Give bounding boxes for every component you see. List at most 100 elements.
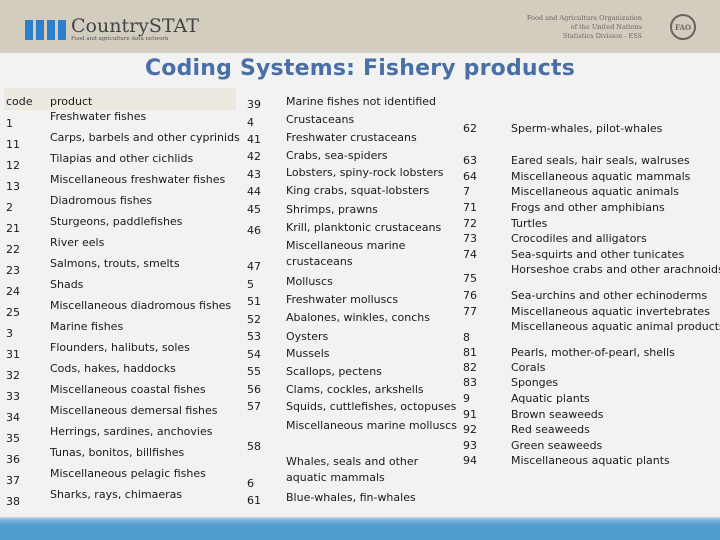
row-product: Red seaweeds: [511, 423, 590, 436]
row-code: 53: [247, 330, 261, 343]
row-product: Cods, hakes, haddocks: [50, 362, 176, 375]
row-code: 4: [247, 116, 254, 129]
table-header-background: [4, 88, 236, 110]
row-product: Diadromous fishes: [50, 194, 153, 207]
row-code: 74: [463, 248, 477, 261]
org-line-2: of the United Nations: [570, 23, 642, 31]
row-code: 52: [247, 313, 261, 326]
row-code: 56: [247, 383, 261, 396]
header-banner: CountrySTAT Food and agriculture data ne…: [0, 0, 720, 53]
row-code: 23: [6, 264, 20, 277]
row-product: Green seaweeds: [511, 439, 603, 452]
row-product: Crabs, sea-spiders: [286, 149, 388, 162]
row-product: Scallops, pectens: [286, 365, 382, 378]
row-code: 46: [247, 224, 261, 237]
column-header-product: product: [50, 95, 93, 108]
row-product: Crocodiles and alligators: [511, 232, 647, 245]
row-code: 44: [247, 185, 261, 198]
row-product: Tilapias and other cichlids: [50, 152, 194, 165]
row-product: Eared seals, hair seals, walruses: [511, 154, 690, 167]
row-code: 81: [463, 346, 477, 359]
row-code: 39: [247, 98, 261, 111]
row-code: 94: [463, 454, 477, 467]
row-product: Freshwater fishes: [50, 110, 147, 123]
row-code: 62: [463, 122, 477, 135]
row-product: Sea-urchins and other echinoderms: [511, 289, 708, 302]
row-code: 41: [247, 133, 261, 146]
row-code: 6: [247, 477, 254, 490]
page-title: Coding Systems: Fishery products: [144, 56, 576, 81]
row-product: Salmons, trouts, smelts: [50, 257, 180, 270]
org-line-1: Food and Agriculture Organization: [526, 14, 642, 22]
row-code: 31: [6, 348, 20, 361]
row-code: 72: [463, 217, 477, 230]
footer-bar: [0, 517, 720, 540]
row-code: 35: [6, 432, 20, 445]
fao-emblem-icon: FAO: [670, 14, 696, 40]
row-product: Krill, planktonic crustaceans: [286, 221, 442, 234]
row-product: Sturgeons, paddlefishes: [50, 215, 183, 228]
row-product: Lobsters, spiny-rock lobsters: [286, 166, 444, 179]
row-product: Sharks, rays, chimaeras: [50, 488, 183, 501]
row-code: 22: [6, 243, 20, 256]
row-product: Miscellaneous diadromous fishes: [50, 299, 232, 312]
row-code: 55: [247, 365, 261, 378]
row-product: Mussels: [286, 347, 330, 360]
row-product: Miscellaneous freshwater fishes: [50, 173, 226, 186]
row-code: 7: [463, 185, 470, 198]
row-product: River eels: [50, 236, 105, 249]
row-code: 11: [6, 138, 20, 151]
row-code: 58: [247, 440, 261, 453]
row-product: Herrings, sardines, anchovies: [50, 425, 213, 438]
row-product: Aquatic plants: [511, 392, 590, 405]
row-product: Pearls, mother-of-pearl, shells: [511, 346, 675, 359]
row-code: 51: [247, 295, 261, 308]
row-code: 71: [463, 201, 477, 214]
row-code: 8: [463, 331, 470, 344]
row-product: Carps, barbels and other cyprinids: [50, 131, 240, 144]
row-product: Miscellaneous aquatic mammals: [511, 170, 691, 183]
row-product: Miscellaneous aquatic animal products: [511, 320, 720, 333]
row-product: Miscellaneous aquatic animals: [511, 185, 679, 198]
row-code: 57: [247, 400, 261, 413]
row-code: 33: [6, 390, 20, 403]
row-product: Turtles: [511, 217, 548, 230]
row-product: Whales, seals and other: [286, 455, 419, 468]
row-product: Miscellaneous marine: [286, 239, 406, 252]
row-product: Miscellaneous pelagic fishes: [50, 467, 206, 480]
row-code: 93: [463, 439, 477, 452]
row-code: 91: [463, 408, 477, 421]
row-product: Horseshoe crabs and other arachnoids: [511, 263, 720, 276]
row-code: 25: [6, 306, 20, 319]
row-product: Miscellaneous aquatic plants: [511, 454, 670, 467]
row-code: 5: [247, 278, 254, 291]
row-product: Oysters: [286, 330, 329, 343]
row-product: Abalones, winkles, conchs: [286, 311, 430, 324]
row-code: 75: [463, 272, 477, 285]
row-product: Miscellaneous coastal fishes: [50, 383, 206, 396]
row-code: 43: [247, 168, 261, 181]
row-product: Corals: [511, 361, 546, 374]
row-code: 77: [463, 305, 477, 318]
row-product: Miscellaneous marine molluscs: [286, 419, 457, 432]
row-code: 38: [6, 495, 20, 508]
row-code: 34: [6, 411, 20, 424]
row-product: Shads: [50, 278, 84, 291]
row-code: 45: [247, 203, 261, 216]
row-product: Sea-squirts and other tunicates: [511, 248, 685, 261]
row-product: Tunas, bonitos, billfishes: [50, 446, 185, 459]
row-product: aquatic mammals: [286, 471, 385, 484]
row-product: Marine fishes: [50, 320, 124, 333]
row-code: 24: [6, 285, 20, 298]
row-product: Clams, cockles, arkshells: [286, 383, 424, 396]
row-code: 32: [6, 369, 20, 382]
row-code: 9: [463, 392, 470, 405]
row-code: 3: [6, 327, 13, 340]
row-product: Freshwater molluscs: [286, 293, 399, 306]
row-product: Sperm-whales, pilot-whales: [511, 122, 663, 135]
row-product: Frogs and other amphibians: [511, 201, 665, 214]
row-code: 21: [6, 222, 20, 235]
row-product: Freshwater crustaceans: [286, 131, 417, 144]
row-code: 61: [247, 494, 261, 507]
row-code: 82: [463, 361, 477, 374]
